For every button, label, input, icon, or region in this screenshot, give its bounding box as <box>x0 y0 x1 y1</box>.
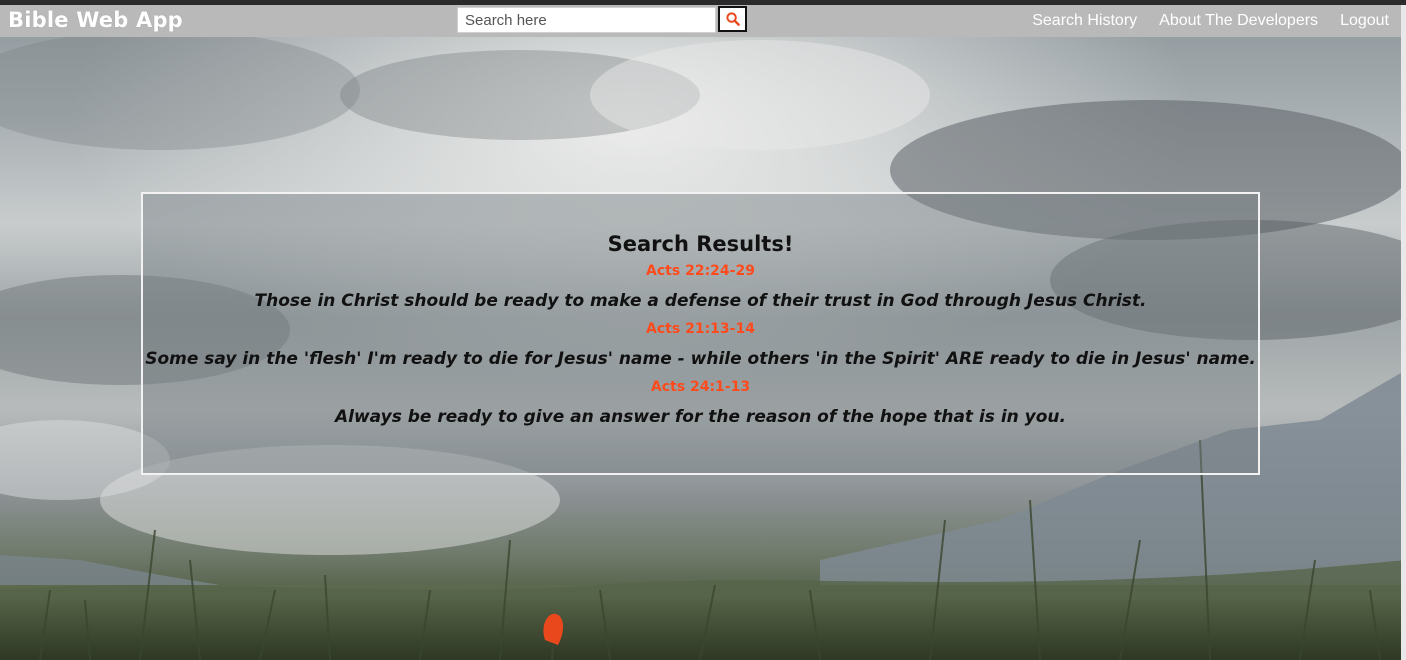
scrollbar[interactable] <box>1401 5 1406 660</box>
navbar: Bible Web App Search History About The D… <box>0 5 1401 37</box>
search-input[interactable] <box>457 7 716 33</box>
nav-link-about-developers[interactable]: About The Developers <box>1159 12 1318 30</box>
search-icon <box>725 12 740 26</box>
verse-reference: Acts 22:24-29 <box>646 263 755 279</box>
nav-links: Search History About The Developers Logo… <box>1032 5 1389 37</box>
verse-text: Always be ready to give an answer for th… <box>334 407 1066 427</box>
verse-reference: Acts 21:13-14 <box>646 321 755 337</box>
nav-link-search-history[interactable]: Search History <box>1032 12 1137 30</box>
results-title: Search Results! <box>607 232 794 256</box>
search-results-panel: Search Results! Acts 22:24-29 Those in C… <box>141 192 1260 475</box>
brand-title[interactable]: Bible Web App <box>8 8 183 32</box>
verse-reference: Acts 24:1-13 <box>650 379 751 395</box>
search-button[interactable] <box>718 6 747 32</box>
nav-link-logout[interactable]: Logout <box>1340 12 1389 30</box>
verse-text: Those in Christ should be ready to make … <box>254 291 1147 311</box>
verse-text: Some say in the 'flesh' I'm ready to die… <box>145 349 1256 369</box>
page: Bible Web App Search History About The D… <box>0 0 1406 660</box>
